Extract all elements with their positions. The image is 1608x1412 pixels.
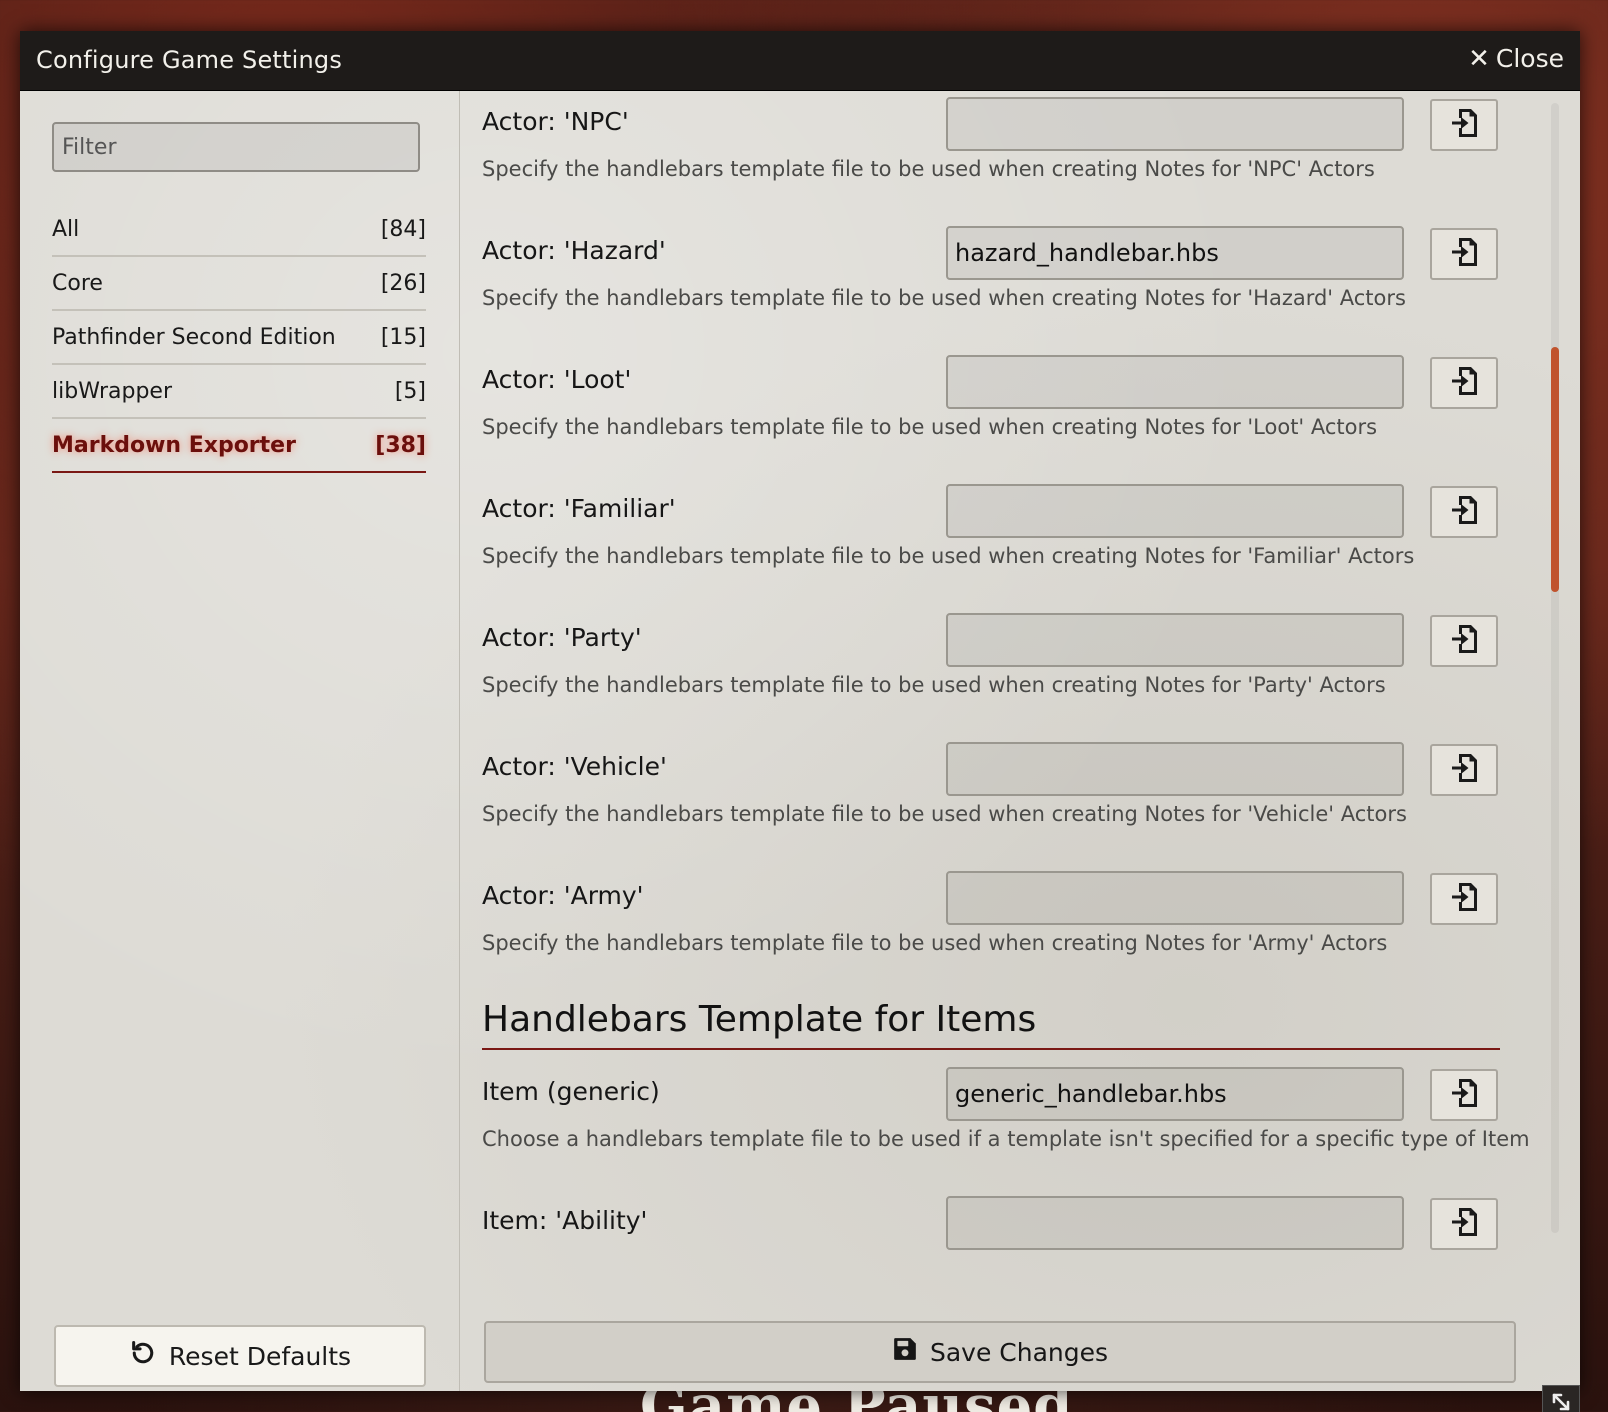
category-core[interactable]: Core [26] — [52, 257, 426, 311]
category-count: [38] — [375, 432, 426, 458]
template-path-input[interactable] — [946, 226, 1404, 280]
template-path-input[interactable] — [946, 613, 1404, 667]
file-import-icon — [1449, 1077, 1479, 1113]
setting-actor-vehicle: Actor: 'Vehicle' Specify the handlebars … — [482, 738, 1540, 867]
category-label: Markdown Exporter — [52, 432, 296, 458]
setting-label: Actor: 'Hazard' — [482, 236, 666, 265]
setting-label: Actor: 'Vehicle' — [482, 752, 667, 781]
setting-actor-army: Actor: 'Army' Specify the handlebars tem… — [482, 867, 1540, 996]
category-label: libWrapper — [52, 378, 172, 404]
setting-hint: Choose a handlebars template file to be … — [482, 1127, 1530, 1151]
floppy-disk-icon — [892, 1336, 918, 1368]
file-import-icon — [1449, 107, 1479, 143]
setting-hint: Specify the handlebars template file to … — [482, 415, 1378, 439]
setting-hint: Specify the handlebars template file to … — [482, 286, 1406, 310]
setting-actor-party: Actor: 'Party' Specify the handlebars te… — [482, 609, 1540, 738]
setting-hint: Specify the handlebars template file to … — [482, 673, 1386, 697]
category-count: [15] — [380, 324, 426, 350]
category-pathfinder-second-edition[interactable]: Pathfinder Second Edition [15] — [52, 311, 426, 365]
file-import-icon — [1449, 623, 1479, 659]
setting-label: Actor: 'Party' — [482, 623, 642, 652]
scrollbar-track[interactable] — [1551, 103, 1559, 1233]
category-count: [5] — [394, 378, 426, 404]
file-picker-button[interactable] — [1430, 1198, 1498, 1250]
category-list: All [84] Core [26] Pathfinder Second Edi… — [52, 203, 426, 473]
close-icon: ✕ — [1468, 43, 1490, 74]
save-changes-label: Save Changes — [929, 1337, 1109, 1367]
file-import-icon — [1449, 494, 1479, 530]
category-markdown-exporter[interactable]: Markdown Exporter [38] — [52, 419, 426, 473]
file-picker-button[interactable] — [1430, 615, 1498, 667]
category-libwrapper[interactable]: libWrapper [5] — [52, 365, 426, 419]
file-import-icon — [1449, 881, 1479, 917]
setting-hint: Specify the handlebars template file to … — [482, 931, 1388, 955]
window-resize-handle[interactable] — [1542, 1385, 1580, 1412]
setting-item-ability: Item: 'Ability' — [482, 1192, 1540, 1287]
setting-hint: Specify the handlebars template file to … — [482, 544, 1415, 568]
resize-icon — [1550, 1391, 1572, 1412]
template-path-input[interactable] — [946, 742, 1404, 796]
category-count: [26] — [380, 270, 426, 296]
file-picker-button[interactable] — [1430, 99, 1498, 151]
undo-icon — [129, 1339, 157, 1373]
setting-actor-hazard: Actor: 'Hazard' Specify the handlebars t… — [482, 222, 1540, 351]
setting-actor-familiar: Actor: 'Familiar' Specify the handlebars… — [482, 480, 1540, 609]
file-picker-button[interactable] — [1430, 357, 1498, 409]
template-path-input[interactable] — [946, 484, 1404, 538]
window-title: Configure Game Settings — [36, 46, 343, 74]
scrollbar-thumb[interactable] — [1551, 347, 1559, 592]
sidebar: All [84] Core [26] Pathfinder Second Edi… — [20, 91, 460, 1391]
file-import-icon — [1449, 1206, 1479, 1242]
settings-content[interactable]: Actor: 'NPC' Specify the handlebars temp… — [460, 91, 1580, 1287]
close-label: Close — [1495, 44, 1564, 73]
items-section-header: Handlebars Template for Items — [482, 996, 1500, 1050]
filter-input[interactable] — [52, 122, 420, 172]
setting-hint: Specify the handlebars template file to … — [482, 802, 1407, 826]
setting-label: Actor: 'Familiar' — [482, 494, 676, 523]
category-label: Pathfinder Second Edition — [52, 324, 336, 350]
file-import-icon — [1449, 752, 1479, 788]
category-all[interactable]: All [84] — [52, 203, 426, 257]
reset-defaults-button[interactable]: Reset Defaults — [54, 1325, 426, 1387]
file-picker-button[interactable] — [1430, 486, 1498, 538]
save-changes-button[interactable]: Save Changes — [484, 1321, 1516, 1383]
file-picker-button[interactable] — [1430, 228, 1498, 280]
file-picker-button[interactable] — [1430, 873, 1498, 925]
file-picker-button[interactable] — [1430, 744, 1498, 796]
setting-hint: Specify the handlebars template file to … — [482, 157, 1375, 181]
setting-actor-loot: Actor: 'Loot' Specify the handlebars tem… — [482, 351, 1540, 480]
category-count: [84] — [380, 216, 426, 242]
window-header: Configure Game Settings ✕ Close — [20, 31, 1580, 91]
file-picker-button[interactable] — [1430, 1069, 1498, 1121]
template-path-input[interactable] — [946, 1067, 1404, 1121]
file-import-icon — [1449, 236, 1479, 272]
file-import-icon — [1449, 365, 1479, 401]
setting-actor-npc: Actor: 'NPC' Specify the handlebars temp… — [482, 93, 1540, 222]
template-path-input[interactable] — [946, 871, 1404, 925]
setting-label: Item: 'Ability' — [482, 1206, 648, 1235]
category-label: Core — [52, 270, 103, 296]
setting-label: Actor: 'Loot' — [482, 365, 632, 394]
setting-item-generic: Item (generic) Choose a handlebars templ… — [482, 1063, 1540, 1192]
template-path-input[interactable] — [946, 355, 1404, 409]
settings-window: Configure Game Settings ✕ Close All [84]… — [20, 31, 1580, 1412]
setting-label: Actor: 'NPC' — [482, 107, 629, 136]
template-path-input[interactable] — [946, 97, 1404, 151]
setting-label: Item (generic) — [482, 1077, 660, 1106]
window-body: All [84] Core [26] Pathfinder Second Edi… — [20, 91, 1580, 1412]
close-button[interactable]: ✕ Close — [1468, 44, 1564, 73]
template-path-input[interactable] — [946, 1196, 1404, 1250]
reset-defaults-label: Reset Defaults — [168, 1341, 352, 1371]
setting-label: Actor: 'Army' — [482, 881, 644, 910]
category-label: All — [52, 216, 80, 242]
